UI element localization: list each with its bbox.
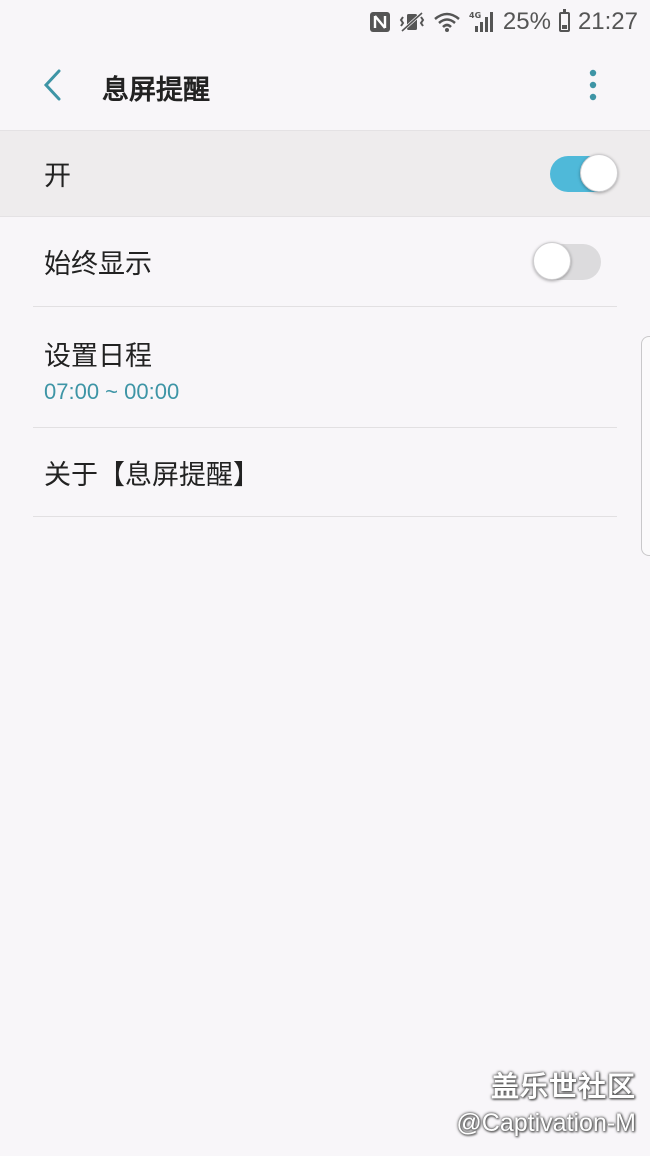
wifi-icon (433, 11, 461, 33)
watermark-author: @Captivation-M (456, 1109, 636, 1137)
setting-about[interactable]: 关于【息屏提醒】 (33, 428, 617, 517)
watermark-community: 盖乐世社区 (490, 1070, 636, 1103)
setting-always-on-label: 始终显示 (44, 249, 152, 280)
setting-schedule-text: 设置日程 07:00 ~ 00:00 (44, 334, 179, 405)
nfc-icon (369, 11, 391, 33)
signal-4g-icon: 4G (469, 10, 495, 34)
always-on-toggle[interactable] (533, 241, 601, 280)
edge-panel-handle[interactable] (641, 336, 650, 556)
setting-schedule[interactable]: 设置日程 07:00 ~ 00:00 (33, 307, 617, 428)
chevron-left-icon (42, 68, 62, 106)
more-vertical-icon (589, 69, 597, 105)
watermark: 盖乐世社区 @Captivation-M (456, 1065, 636, 1138)
battery-percent: 25% (502, 8, 551, 35)
page-title: 息屏提醒 (102, 74, 210, 106)
status-time: 21:27 (577, 8, 638, 35)
setting-always-on[interactable]: 始终显示 (33, 217, 617, 307)
vibrate-icon (399, 11, 425, 33)
settings-list: 始终显示 设置日程 07:00 ~ 00:00 关于【息屏提醒】 (33, 217, 617, 517)
toggle-knob (533, 241, 571, 280)
master-switch-label: 开 (44, 161, 71, 192)
setting-schedule-value: 07:00 ~ 00:00 (44, 378, 180, 404)
battery-icon (558, 9, 570, 32)
svg-text:4G: 4G (469, 11, 481, 20)
master-toggle[interactable] (550, 153, 618, 192)
back-button[interactable] (22, 57, 82, 117)
toggle-knob (580, 153, 618, 192)
setting-schedule-label: 设置日程 (44, 340, 152, 372)
setting-about-label: 关于【息屏提醒】 (44, 459, 260, 491)
more-options-button[interactable] (568, 57, 618, 117)
status-bar: 4G 25% 21:27 (0, 0, 650, 44)
master-switch-row[interactable]: 开 (0, 130, 650, 217)
app-bar: 息屏提醒 (0, 44, 650, 130)
